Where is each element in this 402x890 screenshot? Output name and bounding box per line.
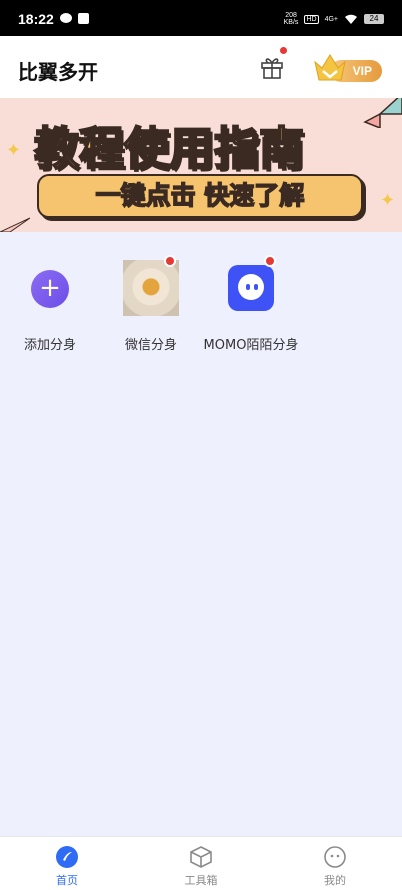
cube-icon [190,846,212,868]
notification-badge [264,255,276,267]
status-time: 18:22 [18,11,54,27]
app-label: 添加分身 [23,338,76,353]
tab-label: 工具箱 [184,874,218,887]
banner-subline-box: 一键点击 快速了解 [37,174,363,218]
tab-mine[interactable]: 我的 [268,837,402,890]
plus-icon[interactable]: + [31,270,69,308]
bottom-tab-bar: 首页 工具箱 我的 [0,836,402,890]
momo-eye [246,284,250,290]
vip-button[interactable]: VIP [312,52,382,84]
momo-icon[interactable] [228,265,274,311]
notification-badge [164,255,176,267]
telegram-icon [78,13,89,24]
tutorial-banner[interactable]: ✦ ✦ 教程使用指南 一键点击 快速了解 [0,98,402,232]
sparkle-icon: ✦ [6,140,22,161]
paper-plane-icon [0,217,30,232]
sparkle-icon: ✦ [380,190,396,211]
hd-badge: HD [304,14,319,24]
net-speed: 208 KB/s [284,12,299,26]
page-title: 比翼多开 [18,60,98,84]
net-speed-value: 208 [285,12,297,19]
crown-icon [314,54,346,81]
status-right: 208 KB/s HD 4G+ 24 [284,12,384,26]
momo-face [238,274,264,300]
tab-toolbox[interactable]: 工具箱 [134,837,268,890]
pinwheel-icon [363,98,402,128]
banner-subline: 一键点击 快速了解 [95,180,305,211]
status-bar: 18:22 208 KB/s HD 4G+ 24 [0,0,402,36]
app-label: MOMO陌陌分身 [203,338,299,353]
flower-thumbnail[interactable] [123,260,179,316]
banner-headline: 教程使用指南 [33,121,305,176]
smiley-icon [324,846,346,868]
app-label: 微信分身 [124,338,177,353]
gift-icon[interactable] [259,54,285,80]
wifi-icon [345,14,357,24]
gift-badge [280,47,287,54]
network-type: 4G+ [324,15,338,23]
momo-eye [254,284,258,290]
tab-label: 我的 [324,874,346,887]
message-icon [60,13,72,23]
net-speed-unit: KB/s [283,19,299,26]
tab-home[interactable]: 首页 [0,837,134,890]
tab-label: 首页 [56,874,78,887]
battery-icon: 24 [364,14,384,24]
home-icon [56,846,78,868]
